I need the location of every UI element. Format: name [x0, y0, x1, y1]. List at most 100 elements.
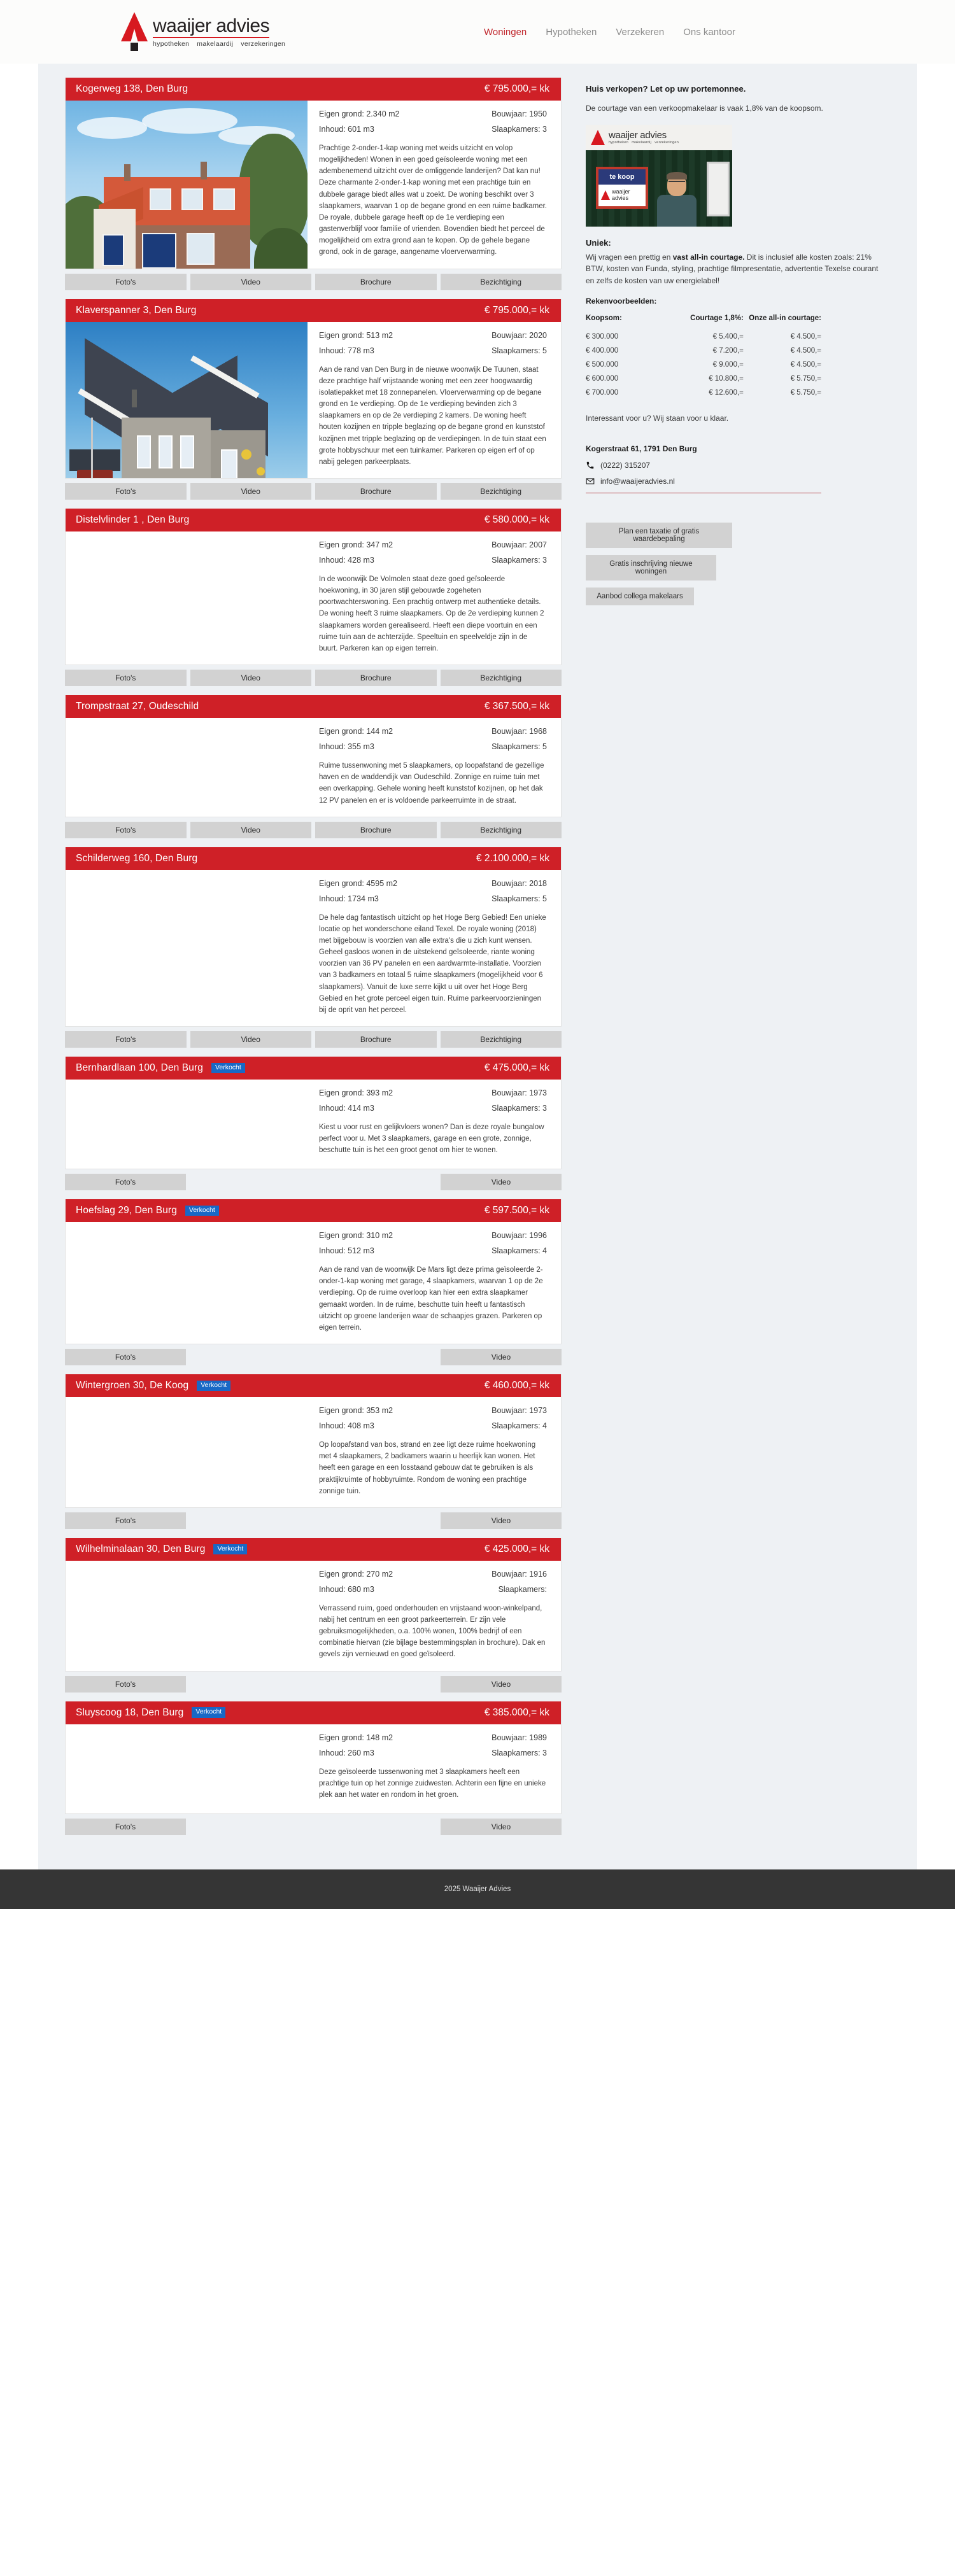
property-photo-image — [66, 101, 308, 269]
brochure-button[interactable]: Brochure — [315, 821, 437, 838]
property-header: Wilhelminalaan 30, Den Burg Verkocht € 4… — [66, 1537, 561, 1561]
newsletter-signup-button[interactable]: Gratis inschrijving nieuwe woningen — [586, 555, 716, 581]
nav-item-verzekeren[interactable]: Verzekeren — [616, 27, 664, 38]
property-card: Trompstraat 27, Oudeschild € 367.500,= k… — [65, 695, 562, 817]
col-koopsom: Koopsom: — [586, 314, 622, 323]
property-photo[interactable] — [66, 1724, 308, 1813]
sign-top-label: te koop — [598, 169, 646, 185]
property-body: Eigen grond: 310 m2 Bouwjaar: 1996 Inhou… — [66, 1222, 561, 1344]
property-photo[interactable] — [66, 1222, 308, 1344]
brochure-button[interactable]: Brochure — [315, 273, 437, 290]
property-photo[interactable] — [66, 101, 308, 269]
video-button[interactable]: Video — [190, 1031, 311, 1048]
spec-bedrooms: Slaapkamers: 3 — [492, 125, 547, 134]
cell-courtage: € 12.600,= — [709, 389, 744, 397]
property-info: Eigen grond: 513 m2 Bouwjaar: 2020 Inhou… — [308, 322, 561, 478]
partner-listings-button[interactable]: Aanbod collega makelaars — [586, 588, 694, 606]
photos-button[interactable]: Foto's — [65, 1031, 187, 1048]
footer-copyright: 2025 Waaijer Advies — [444, 1885, 511, 1893]
property-card: Wilhelminalaan 30, Den Burg Verkocht € 4… — [65, 1537, 562, 1672]
spec-land: Eigen grond: 148 m2 — [319, 1733, 393, 1742]
property-address: Hoefslag 29, Den Burg — [76, 1205, 177, 1216]
brochure-button[interactable]: Brochure — [315, 482, 437, 500]
property-description: Ruime tussenwoning met 5 slaapkamers, op… — [319, 762, 544, 805]
property-photo[interactable] — [66, 869, 308, 1027]
property-specs: Eigen grond: 144 m2 Bouwjaar: 1968 Inhou… — [319, 727, 547, 751]
cell-koopsom: € 700.000 — [586, 389, 619, 397]
property-info: Eigen grond: 310 m2 Bouwjaar: 1996 Inhou… — [308, 1222, 561, 1344]
photos-button[interactable]: Foto's — [65, 670, 187, 687]
video-button[interactable]: Video — [190, 821, 311, 838]
property-price: € 795.000,= kk — [484, 83, 549, 94]
photos-button[interactable]: Foto's — [65, 1818, 186, 1835]
status-badge: Verkocht — [197, 1380, 231, 1391]
property-header: Schilderweg 160, Den Burg € 2.100.000,= … — [66, 847, 561, 870]
office-photo: waaijer advies hypotheken makelaardij ve… — [586, 124, 732, 227]
video-button[interactable]: Video — [441, 1512, 562, 1529]
nav-item-hypotheken[interactable]: Hypotheken — [546, 27, 597, 38]
video-button[interactable]: Video — [441, 1174, 562, 1191]
spec-bedrooms: Slaapkamers: 3 — [492, 1748, 547, 1757]
nav-item-ons-kantoor[interactable]: Ons kantoor — [683, 27, 735, 38]
property-address: Kogerweg 138, Den Burg — [76, 83, 188, 94]
photos-button[interactable]: Foto's — [65, 273, 187, 290]
photo-logo-sub-2: verzekeringen — [654, 141, 679, 145]
contact-email[interactable]: info@waaijeradvies.nl — [586, 477, 879, 486]
property-photo[interactable] — [66, 1080, 308, 1169]
property-info: Eigen grond: 4595 m2 Bouwjaar: 2018 Inho… — [308, 870, 561, 1026]
contact-address: Kogerstraat 61, 1791 Den Burg — [586, 444, 697, 454]
viewing-button[interactable]: Bezichtiging — [440, 273, 562, 290]
property-photo[interactable] — [66, 1560, 308, 1671]
table-row: € 700.000 € 12.600,= € 5.750,= — [586, 386, 821, 400]
property-action-row: Foto's Video — [65, 1349, 562, 1366]
viewing-button[interactable]: Bezichtiging — [440, 821, 562, 838]
viewing-button[interactable]: Bezichtiging — [440, 1031, 562, 1048]
phone-icon — [586, 461, 595, 470]
photos-button[interactable]: Foto's — [65, 1349, 186, 1366]
property-body: Eigen grond: 393 m2 Bouwjaar: 1973 Inhou… — [66, 1080, 561, 1169]
video-button[interactable]: Video — [441, 1818, 562, 1835]
property-description: Prachtige 2-onder-1-kap woning met weids… — [319, 144, 548, 257]
photos-button[interactable]: Foto's — [65, 1675, 186, 1693]
spec-land: Eigen grond: 270 m2 — [319, 1569, 393, 1579]
video-button[interactable]: Video — [190, 670, 311, 687]
nav-item-woningen[interactable]: Woningen — [484, 27, 527, 38]
brochure-button[interactable]: Brochure — [315, 1031, 437, 1048]
property-card: Klaverspanner 3, Den Burg € 795.000,= kk — [65, 299, 562, 479]
photo-logo-sub-1: makelaardij — [632, 141, 652, 145]
photos-button[interactable]: Foto's — [65, 1512, 186, 1529]
spec-volume: Inhoud: 680 m3 — [319, 1584, 374, 1594]
video-button[interactable]: Video — [190, 273, 311, 290]
spec-volume: Inhoud: 1734 m3 — [319, 894, 379, 903]
property-photo[interactable] — [66, 718, 308, 817]
unique-text: Wij vragen een prettig en vast all-in co… — [586, 251, 879, 287]
valuation-button[interactable]: Plan een taxatie of gratis waardebepalin… — [586, 523, 732, 549]
photos-button[interactable]: Foto's — [65, 1174, 186, 1191]
cell-koopsom: € 600.000 — [586, 375, 619, 383]
spec-bedrooms: Slaapkamers: 4 — [492, 1246, 547, 1256]
sidebar-intro: De courtage van een verkoopmakelaar is v… — [586, 104, 823, 113]
courtage-table-body: € 300.000 € 5.400,= € 4.500,= € 400.000 … — [586, 330, 821, 400]
property-header: Kogerweg 138, Den Burg € 795.000,= kk — [66, 78, 561, 101]
viewing-button[interactable]: Bezichtiging — [440, 670, 562, 687]
property-photo[interactable] — [66, 531, 308, 665]
site-logo[interactable]: waaijer advies hypotheken makelaardij ve… — [121, 12, 285, 52]
viewing-button[interactable]: Bezichtiging — [440, 482, 562, 500]
video-button[interactable]: Video — [190, 482, 311, 500]
table-row: € 500.000 € 9.000,= € 4.500,= — [586, 358, 821, 372]
property-photo[interactable] — [66, 321, 308, 478]
property-specs: Eigen grond: 393 m2 Bouwjaar: 1973 Inhou… — [319, 1088, 547, 1113]
property-card: Hoefslag 29, Den Burg Verkocht € 597.500… — [65, 1199, 562, 1345]
unique-text-part1: Wij vragen een prettig en — [586, 252, 673, 262]
photos-button[interactable]: Foto's — [65, 821, 187, 838]
contact-phone[interactable]: (0222) 315207 — [586, 461, 879, 470]
video-button[interactable]: Video — [441, 1349, 562, 1366]
spec-bedrooms: Slaapkamers: 5 — [492, 346, 547, 355]
brochure-button[interactable]: Brochure — [315, 670, 437, 687]
spec-volume: Inhoud: 778 m3 — [319, 346, 374, 355]
property-description: De hele dag fantastisch uitzicht op het … — [319, 913, 546, 1014]
photos-button[interactable]: Foto's — [65, 482, 187, 500]
property-info: Eigen grond: 2.340 m2 Bouwjaar: 1950 Inh… — [308, 101, 561, 269]
property-photo[interactable] — [66, 1397, 308, 1507]
video-button[interactable]: Video — [441, 1675, 562, 1693]
